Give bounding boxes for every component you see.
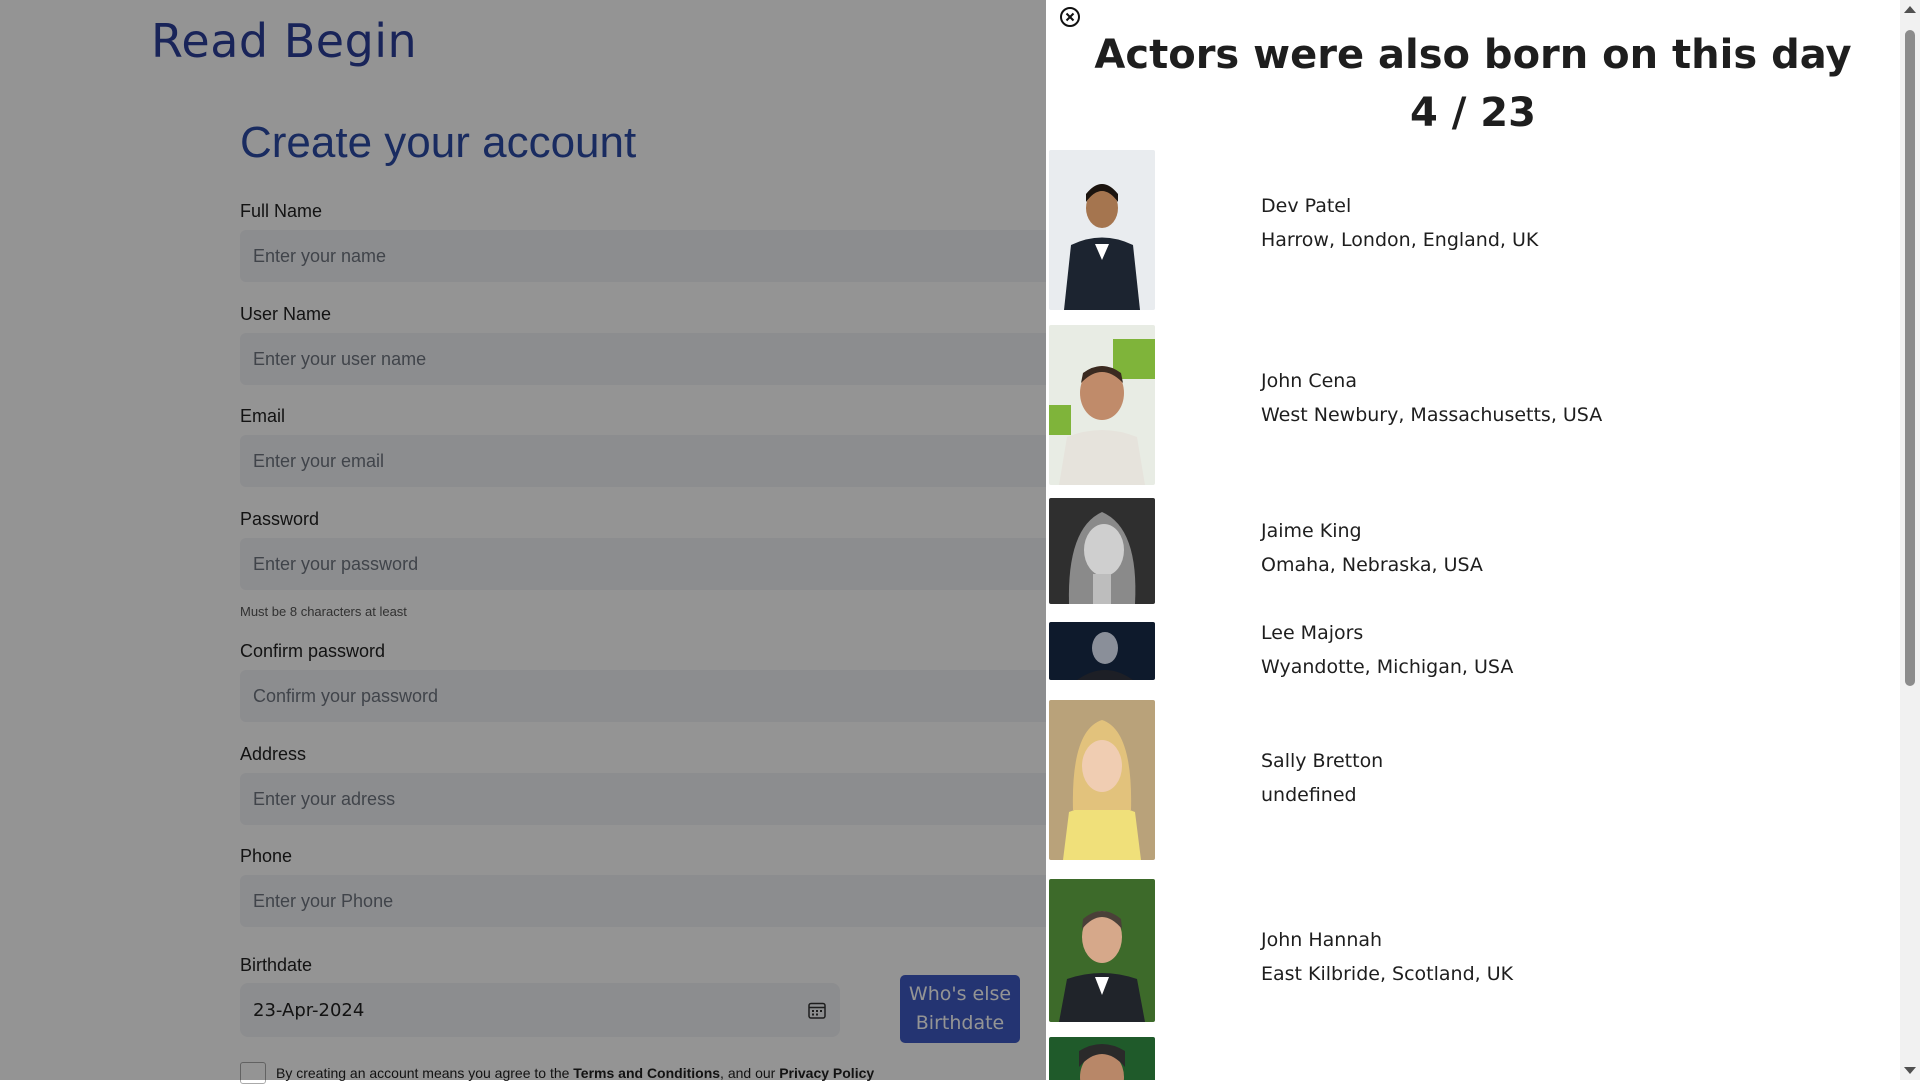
actor-photo — [1049, 1037, 1155, 1080]
scroll-thumb[interactable] — [1905, 30, 1915, 686]
actor-birthplace: West Newbury, Massachusetts, USA — [1261, 404, 1603, 426]
actor-photo — [1049, 622, 1155, 680]
scroll-down-arrow-icon[interactable] — [1904, 1067, 1916, 1074]
drawer-scrollbar[interactable] — [1900, 0, 1920, 1080]
actor-name: Lee Majors — [1261, 622, 1364, 644]
actor-birthplace: Harrow, London, England, UK — [1261, 229, 1539, 251]
actor-birthplace: Omaha, Nebraska, USA — [1261, 554, 1483, 576]
actor-photo — [1049, 325, 1155, 485]
drawer-title: Actors were also born on this day — [1094, 32, 1852, 78]
modal-backdrop[interactable] — [0, 0, 1046, 1080]
close-circle-icon[interactable] — [1058, 5, 1082, 29]
actor-birthplace: undefined — [1261, 784, 1357, 806]
drawer-date: 4 / 23 — [1410, 90, 1536, 136]
actor-name: John Hannah — [1261, 929, 1383, 951]
actor-photo — [1049, 498, 1155, 604]
actor-photo — [1049, 150, 1155, 310]
birthday-drawer: Actors were also born on this day 4 / 23… — [1046, 0, 1920, 1080]
actor-name: Jaime King — [1261, 520, 1362, 542]
scroll-up-arrow-icon[interactable] — [1904, 6, 1916, 13]
actor-birthplace: Wyandotte, Michigan, USA — [1261, 656, 1514, 678]
actor-photo — [1049, 700, 1155, 860]
actor-photo — [1049, 879, 1155, 1022]
actor-name: Sally Bretton — [1261, 750, 1384, 772]
actor-name: Dev Patel — [1261, 195, 1352, 217]
actor-birthplace: East Kilbride, Scotland, UK — [1261, 963, 1514, 985]
actor-name: John Cena — [1261, 370, 1357, 392]
